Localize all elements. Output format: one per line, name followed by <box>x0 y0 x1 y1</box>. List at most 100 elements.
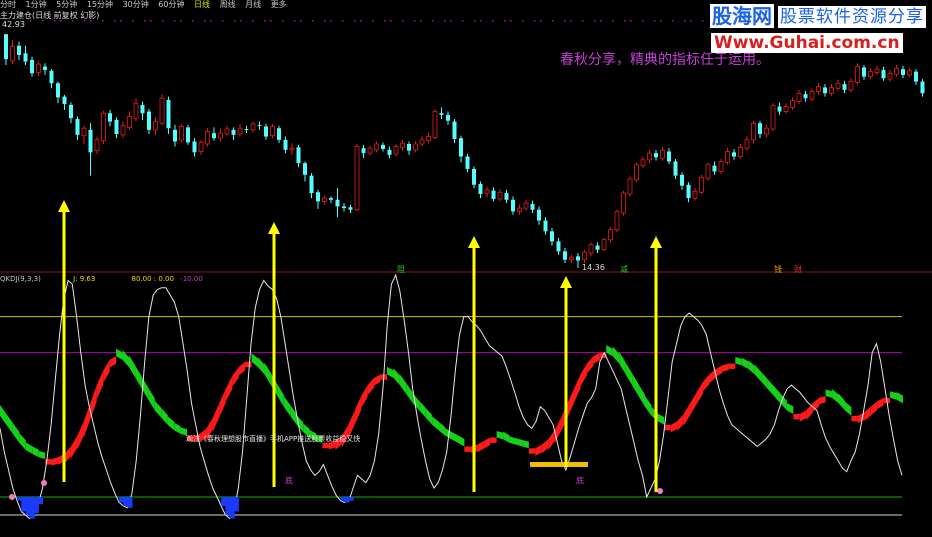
candle-body <box>907 70 912 76</box>
price-marker: 财 <box>794 264 802 274</box>
candle-body <box>309 175 314 194</box>
candle-body <box>250 123 256 131</box>
j-value: J: 9.63 <box>73 275 96 283</box>
signal-dot <box>474 20 476 22</box>
band-segment-up <box>819 395 826 405</box>
candle-body <box>419 139 425 145</box>
signal-dot <box>204 20 206 22</box>
candle-body <box>224 128 230 135</box>
consolidation-bar <box>530 462 588 467</box>
candle-body <box>848 81 854 91</box>
candle-body <box>881 69 886 79</box>
signal-dot <box>180 20 182 22</box>
band-segment-up <box>593 352 600 364</box>
band-segment-down <box>432 416 439 431</box>
signal-dot <box>600 20 602 22</box>
bottom-block <box>21 497 27 512</box>
band-segment-down <box>148 387 155 411</box>
candle-body <box>809 91 815 100</box>
candle-body <box>563 251 567 260</box>
band-segment-down <box>632 373 639 396</box>
signal-dot <box>414 20 416 22</box>
candle-body <box>783 106 789 112</box>
candle-body <box>537 209 541 221</box>
signal-dot <box>702 20 704 22</box>
candle-body <box>198 141 204 152</box>
signal-dot <box>360 20 362 22</box>
candle-body <box>569 256 574 261</box>
signal-dot <box>552 20 554 22</box>
candle-body <box>842 84 847 90</box>
candle-body <box>459 138 463 157</box>
candle-body <box>699 176 704 193</box>
signal-dot <box>114 20 116 22</box>
candle-body <box>133 102 139 119</box>
band-segment-down <box>844 401 852 416</box>
band-segment-down <box>786 402 794 415</box>
candle-body <box>147 111 151 130</box>
band-segment-down <box>258 357 265 375</box>
signal-dot <box>174 20 176 22</box>
band-segment-up <box>851 415 858 422</box>
candle-body <box>705 164 711 179</box>
band-segment-down <box>522 440 529 449</box>
candle-body <box>660 150 665 159</box>
band-segment-up <box>548 430 555 451</box>
candle-body <box>829 87 834 94</box>
candle-body <box>186 127 190 143</box>
band-segment-down <box>393 368 400 386</box>
band-segment-up <box>683 403 691 426</box>
candle-body <box>413 143 418 151</box>
signal-dot <box>30 20 32 22</box>
lotus-marker <box>9 494 15 500</box>
signal-dot <box>642 20 644 22</box>
candle-body <box>277 128 281 140</box>
signal-dot <box>162 20 164 22</box>
candle-body <box>692 191 698 199</box>
signal-dot <box>42 20 44 22</box>
band-segment-up <box>574 374 581 403</box>
band-segment-down <box>438 421 446 436</box>
candle-body <box>712 165 717 172</box>
band-segment-up <box>245 361 252 368</box>
signal-dot <box>492 20 494 22</box>
signal-dot <box>540 20 542 22</box>
candle-body <box>484 189 490 194</box>
low-price-label: 14.36 <box>582 263 605 272</box>
buy-arrow-head <box>268 222 280 234</box>
band-segment-up <box>586 356 594 374</box>
candle-body <box>667 151 671 162</box>
candle-body <box>491 190 496 199</box>
candle-body <box>465 156 470 169</box>
signal-dot <box>654 20 656 22</box>
signal-dot <box>384 20 386 22</box>
candle-body <box>166 99 171 129</box>
chart-canvas: 14.36 阻 减 钱 财底 底 <box>0 20 932 520</box>
candle-body <box>718 161 724 172</box>
signal-dot <box>240 20 242 22</box>
band-segment-up <box>541 439 549 454</box>
buy-arrow-head <box>58 200 70 212</box>
buy-arrow-head <box>560 276 572 288</box>
band-segment-up <box>554 417 562 444</box>
signal-dot <box>54 20 56 22</box>
signal-dot <box>672 20 674 22</box>
band-segment-down <box>767 379 774 396</box>
band-segment-up <box>799 410 807 422</box>
band-segment-up <box>670 421 678 433</box>
signal-dot <box>390 20 392 22</box>
candle-body <box>81 127 87 137</box>
signal-dot <box>90 20 92 22</box>
band-segment-down <box>754 364 762 382</box>
signal-dot <box>690 20 692 22</box>
bottom-block <box>34 497 39 514</box>
signal-dot <box>264 20 266 22</box>
signal-dot <box>594 20 596 22</box>
candle-body <box>868 71 873 78</box>
candle-body <box>862 67 866 77</box>
lotus-marker <box>657 488 663 494</box>
signal-dot <box>570 20 572 22</box>
candle-body <box>920 81 925 94</box>
candle-body <box>640 159 646 167</box>
band-segment-down <box>387 366 394 378</box>
